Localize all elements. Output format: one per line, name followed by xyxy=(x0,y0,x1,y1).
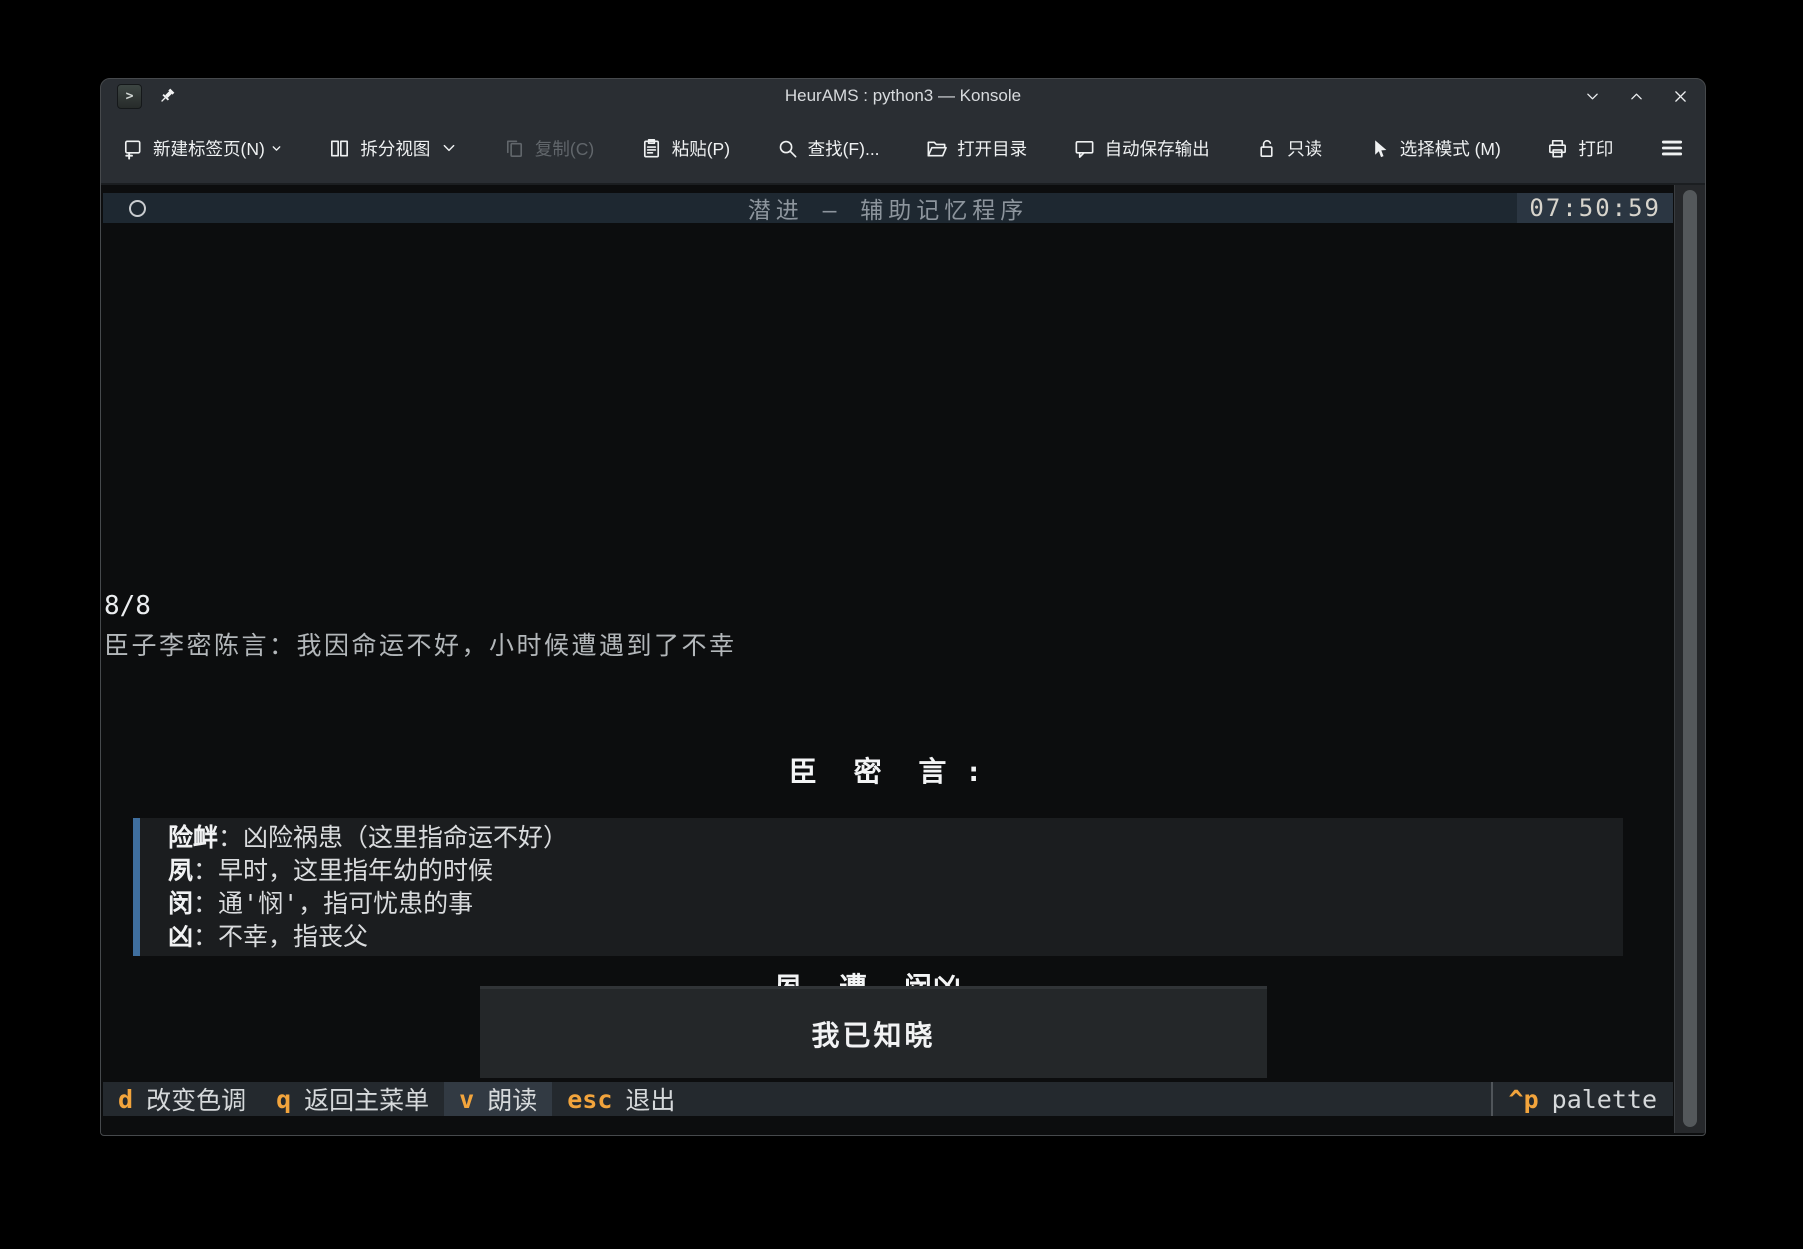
statusbar-key: q xyxy=(276,1085,291,1114)
statusbar-item-change-theme[interactable]: d 改变色调 xyxy=(103,1082,261,1116)
select-mode-button[interactable]: 选择模式 (M) xyxy=(1368,136,1501,161)
read-only-button[interactable]: 只读 xyxy=(1255,136,1322,161)
paste-icon xyxy=(640,137,663,160)
annotation-def: ：不幸，指丧父 xyxy=(193,922,368,951)
autosave-output-button[interactable]: 自动保存输出 xyxy=(1073,136,1210,161)
search-icon xyxy=(776,137,799,160)
annotation-line: 凶：不幸，指丧父 xyxy=(168,920,1623,953)
app-menu-button[interactable]: > xyxy=(117,84,142,109)
statusbar-item-exit[interactable]: esc 退出 xyxy=(552,1082,690,1116)
terminal-view[interactable]: 潜进 – 辅助记忆程序 07:50:59 8/8 臣子李密陈言：我因命运不好，小… xyxy=(101,185,1705,1133)
annotation-term: 险衅 xyxy=(168,823,218,852)
output-bubble-icon xyxy=(1073,137,1096,160)
annotation-term: 夙 xyxy=(168,856,193,885)
acknowledge-button[interactable]: 我已知晓 xyxy=(480,986,1267,1078)
progress-counter: 8/8 xyxy=(104,591,151,621)
hamburger-menu-button[interactable] xyxy=(1659,135,1685,161)
statusbar-item-palette[interactable]: ^p palette xyxy=(1491,1082,1673,1116)
autosave-output-label: 自动保存输出 xyxy=(1105,136,1210,161)
paste-label: 粘贴(P) xyxy=(672,136,730,161)
folder-icon xyxy=(925,137,948,160)
status-circle-icon xyxy=(129,200,146,217)
cursor-arrow-icon xyxy=(1368,137,1391,160)
statusbar-key: v xyxy=(459,1085,474,1114)
konsole-window: > HeurAMS : python3 — Konsole xyxy=(100,78,1706,1136)
scrollbar-track[interactable] xyxy=(1674,185,1705,1133)
tui-header-bar: 潜进 – 辅助记忆程序 07:50:59 xyxy=(103,193,1673,223)
tui-clock: 07:50:59 xyxy=(1517,193,1673,223)
new-tab-button[interactable]: 新建标签页(N) xyxy=(121,136,283,161)
poem-line: 臣 密 言 : xyxy=(101,754,1671,790)
window-title: HeurAMS : python3 — Konsole xyxy=(101,86,1705,106)
split-view-button[interactable]: 拆分视图 xyxy=(328,136,457,161)
annotation-line: 夙：早时，这里指年幼的时候 xyxy=(168,854,1623,887)
annotation-panel: 险衅：凶险祸患（这里指命运不好） 夙：早时，这里指年幼的时候 闵：通'悯'，指可… xyxy=(133,818,1623,956)
translation-hint-text: 臣子李密陈言：我因命运不好，小时候遭遇到了不幸 xyxy=(104,626,737,662)
split-view-chevron-icon[interactable] xyxy=(441,140,457,156)
open-directory-label: 打开目录 xyxy=(957,136,1027,161)
title-bar: > HeurAMS : python3 — Konsole xyxy=(101,79,1705,113)
annotation-def: ：通'悯'，指可忧患的事 xyxy=(193,889,473,918)
minimize-icon[interactable] xyxy=(1584,88,1601,105)
statusbar-item-main-menu[interactable]: q 返回主菜单 xyxy=(261,1082,444,1116)
paste-button[interactable]: 粘贴(P) xyxy=(640,136,730,161)
copy-label: 复制(C) xyxy=(535,136,594,161)
statusbar-label: 朗读 xyxy=(487,1081,537,1117)
copy-icon xyxy=(503,137,526,160)
maximize-icon[interactable] xyxy=(1628,88,1645,105)
new-tab-chevron-icon[interactable] xyxy=(270,142,283,155)
statusbar-label: 退出 xyxy=(625,1081,675,1117)
tui-status-bar: d 改变色调 q 返回主菜单 v 朗读 esc 退出 ^p palette xyxy=(103,1082,1673,1116)
split-view-label: 拆分视图 xyxy=(360,136,430,161)
tui-app-title: 潜进 – 辅助记忆程序 xyxy=(103,191,1673,225)
statusbar-label: 改变色调 xyxy=(146,1081,246,1117)
annotation-line: 闵：通'悯'，指可忧患的事 xyxy=(168,887,1623,920)
copy-button: 复制(C) xyxy=(503,136,594,161)
print-button[interactable]: 打印 xyxy=(1546,136,1613,161)
annotation-def: ：凶险祸患（这里指命运不好） xyxy=(218,823,568,852)
annotation-term: 凶 xyxy=(168,922,193,951)
statusbar-key: ^p xyxy=(1509,1085,1539,1114)
toolbar: 新建标签页(N) 拆分视图 复制(C) xyxy=(101,113,1705,185)
select-mode-label: 选择模式 (M) xyxy=(1400,136,1501,161)
annotation-def: ：早时，这里指年幼的时候 xyxy=(193,856,493,885)
annotation-term: 闵 xyxy=(168,889,193,918)
find-label: 查找(F)... xyxy=(808,136,880,161)
annotation-line: 险衅：凶险祸患（这里指命运不好） xyxy=(168,821,1623,854)
scrollbar-thumb[interactable] xyxy=(1683,190,1697,1127)
read-only-label: 只读 xyxy=(1287,136,1322,161)
pin-icon[interactable] xyxy=(157,86,177,106)
print-label: 打印 xyxy=(1578,136,1613,161)
statusbar-label: palette xyxy=(1552,1085,1657,1114)
statusbar-key: esc xyxy=(567,1085,612,1114)
find-button[interactable]: 查找(F)... xyxy=(776,136,880,161)
split-view-icon xyxy=(328,137,351,160)
unlocked-padlock-icon xyxy=(1255,137,1278,160)
hamburger-icon xyxy=(1659,135,1685,161)
statusbar-key: d xyxy=(118,1085,133,1114)
open-directory-button[interactable]: 打开目录 xyxy=(925,136,1027,161)
new-tab-label: 新建标签页(N) xyxy=(153,136,265,161)
statusbar-label: 返回主菜单 xyxy=(304,1081,429,1117)
printer-icon xyxy=(1546,137,1569,160)
statusbar-item-read-aloud[interactable]: v 朗读 xyxy=(444,1082,552,1116)
close-icon[interactable] xyxy=(1672,88,1689,105)
new-tab-icon xyxy=(121,137,144,160)
